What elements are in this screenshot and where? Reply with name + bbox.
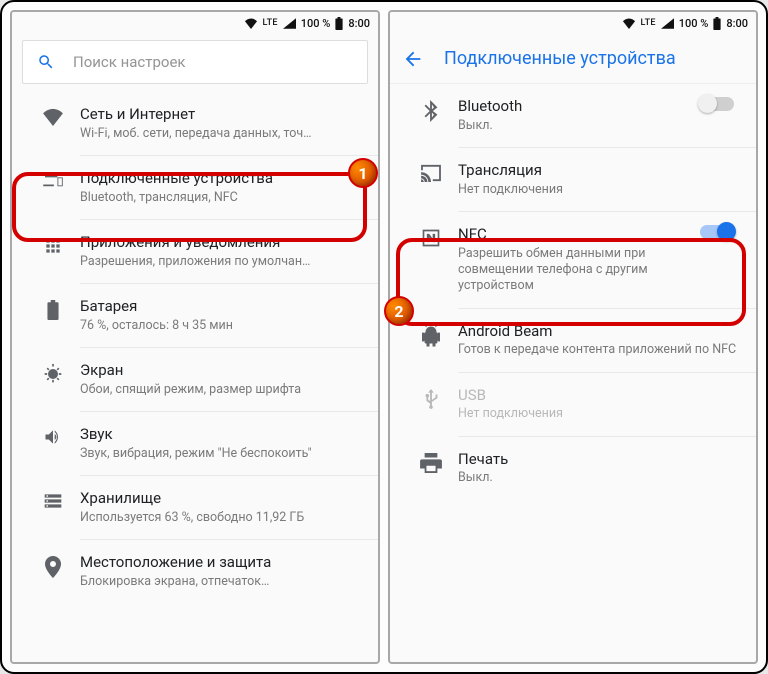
- nfc-icon: [421, 228, 441, 248]
- device-list: BluetoothВыкл. ТрансляцияНет подключения…: [390, 84, 756, 662]
- clock: 8:00: [726, 17, 748, 30]
- battery-icon: [335, 17, 343, 30]
- battery-percent: 100 %: [679, 17, 709, 30]
- security-item[interactable]: Местоположение и защитаБлокировка экрана…: [12, 540, 378, 603]
- search-input[interactable]: Поиск настроек: [22, 40, 368, 84]
- storage-item[interactable]: ХранилищеИспользуется 63 %, свободно 11,…: [12, 476, 378, 539]
- sound-item[interactable]: ЗвукЗвук, вибрация, режим "Не беспокоить…: [12, 412, 378, 475]
- status-bar: LTE 100 % 8:00: [12, 12, 378, 34]
- storage-icon: [43, 492, 63, 510]
- nfc-toggle[interactable]: [700, 225, 734, 239]
- bluetooth-toggle[interactable]: [700, 97, 734, 111]
- cast-icon: [420, 164, 442, 182]
- search-icon: [37, 53, 55, 71]
- step-badge-1: 1: [348, 158, 378, 188]
- network-item[interactable]: Сеть и ИнтернетWi-Fi, моб. сети, передач…: [12, 92, 378, 155]
- display-item[interactable]: ЭкранОбои, спящий режим, размер шрифта: [12, 348, 378, 411]
- page-header: Подключенные устройства: [390, 34, 756, 84]
- cast-item[interactable]: ТрансляцияНет подключения: [390, 148, 756, 211]
- volume-icon: [43, 428, 63, 446]
- apps-item[interactable]: Приложения и уведомленияРазрешения, прил…: [12, 220, 378, 283]
- apps-icon: [43, 236, 63, 256]
- bluetooth-icon: [424, 100, 438, 122]
- usb-item: USBНет подключения: [390, 373, 756, 436]
- search-placeholder: Поиск настроек: [73, 53, 186, 71]
- page-title: Подключенные устройства: [444, 48, 676, 69]
- battery-percent: 100 %: [301, 17, 331, 30]
- signal-icon: [661, 18, 674, 29]
- tutorial-image: LTE 100 % 8:00 Поиск настроек Сеть и Инт…: [0, 0, 768, 674]
- battery-item[interactable]: Батарея76 %, осталось: 8 ч 35 мин: [12, 284, 378, 347]
- connected-devices-item[interactable]: Подключенные устройстваBluetooth, трансл…: [12, 156, 378, 219]
- network-label: LTE: [263, 18, 278, 28]
- step-badge-2: 2: [384, 296, 414, 326]
- wifi-icon: [42, 108, 64, 126]
- back-icon[interactable]: [402, 48, 424, 70]
- settings-list: Сеть и ИнтернетWi-Fi, моб. сети, передач…: [12, 92, 378, 662]
- wifi-icon: [244, 18, 258, 29]
- devices-icon: [42, 172, 64, 188]
- print-item[interactable]: ПечатьВыкл.: [390, 437, 756, 500]
- android-beam-item[interactable]: Android BeamГотов к передаче контента пр…: [390, 309, 756, 372]
- nfc-item[interactable]: NFCРазрешить обмен данными при совмещени…: [390, 212, 756, 308]
- brightness-icon: [43, 364, 63, 384]
- network-label: LTE: [641, 18, 656, 28]
- phone-left: LTE 100 % 8:00 Поиск настроек Сеть и Инт…: [10, 10, 380, 664]
- android-icon: [422, 325, 440, 347]
- usb-icon: [424, 389, 438, 411]
- battery-icon: [713, 17, 721, 30]
- battery-icon: [47, 300, 59, 320]
- location-icon: [45, 556, 61, 578]
- wifi-icon: [622, 18, 636, 29]
- phone-right: LTE 100 % 8:00 Подключенные устройства B…: [388, 10, 758, 664]
- status-bar: LTE 100 % 8:00: [390, 12, 756, 34]
- clock: 8:00: [348, 17, 370, 30]
- print-icon: [420, 453, 442, 473]
- signal-icon: [283, 18, 296, 29]
- bluetooth-item[interactable]: BluetoothВыкл.: [390, 84, 756, 147]
